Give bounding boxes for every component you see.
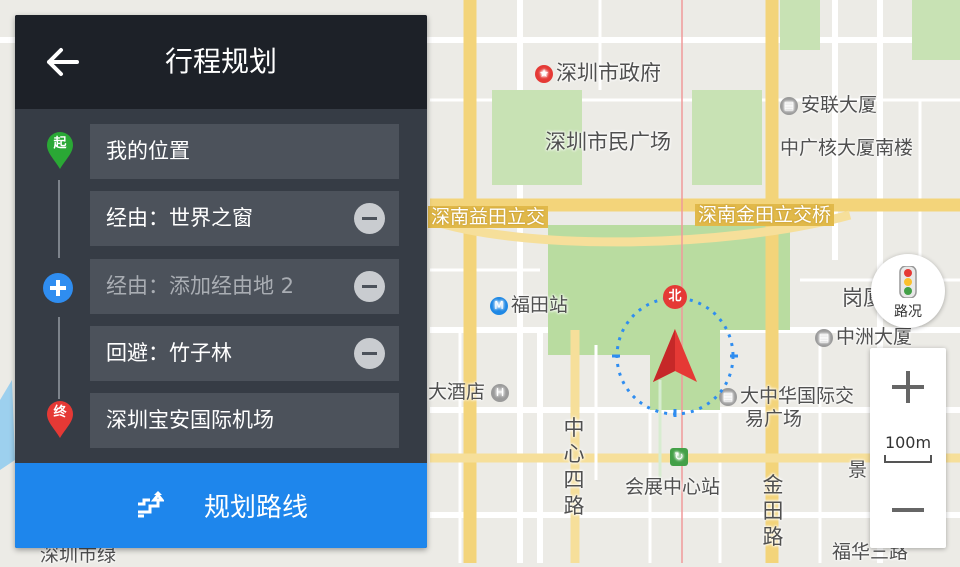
avoid-field[interactable]: 回避：竹子林 [90,326,399,381]
traffic-toggle-button[interactable]: 路况 [871,254,945,328]
waypoint-field-2[interactable]: 经由：添加经由地 2 [90,259,399,314]
road-label-jintian: 深南金田立交桥 [695,204,835,226]
plan-route-button[interactable]: 规划路线 [15,463,427,548]
map-label-exchange[interactable]: ▤ 大中华国际交易广场 [719,385,865,431]
add-waypoint-button[interactable] [43,273,73,303]
road-label-yitian: 深南益田立交 [428,206,549,228]
route-arrows-icon [137,490,164,517]
remove-waypoint-button[interactable] [354,271,385,302]
route-connector-line [58,317,60,399]
map-label-citizen-square[interactable]: 深圳市民广场 [545,126,671,156]
end-marker-icon: 终 [45,400,75,440]
route-connector-line [58,180,60,258]
scale-label: 100m [884,433,932,452]
waypoint-field-1[interactable]: 经由：世界之窗 [90,191,399,246]
remove-avoid-button[interactable] [354,338,385,369]
building-icon: ▤ [815,328,833,347]
building-icon: ▤ [780,96,798,115]
back-button[interactable] [37,37,87,87]
map-label-hotel[interactable]: 大酒店 H [428,377,512,404]
plan-route-label: 规划路线 [203,493,308,523]
map-label-jing[interactable]: 景 [848,455,867,482]
scale-bar [884,455,932,463]
map-label-cgn-south[interactable]: 中广核大厦南楼 [780,133,913,160]
start-location-field[interactable]: 我的位置 [90,124,399,179]
remove-waypoint-button[interactable] [354,203,385,234]
compass-north-label: 北 [668,289,682,304]
map-label-futian-station[interactable]: M 福田站 [490,290,568,317]
start-marker-icon: 起 [45,131,75,171]
arrow-left-icon [47,48,79,76]
hotel-icon: H [491,383,510,402]
zoom-out-button[interactable] [870,470,946,548]
government-star-icon: ★ [535,65,553,83]
map-label-convention-station[interactable]: ↻ 会展中心站 [625,448,720,499]
map-label-shenzhen-gov[interactable]: ★ 深圳市政府 [535,57,661,87]
destination-field[interactable]: 深圳宝安国际机场 [90,393,399,448]
zoom-in-button[interactable] [870,348,946,426]
map-label-zhongxin-road[interactable]: 中心四路 [561,415,587,519]
location-compass[interactable]: 北 [612,283,738,421]
panel-header: 行程规划 [15,15,427,109]
metro-icon: M [490,296,508,315]
route-planning-panel: 行程规划 起 终 我的位置 经由：世界之窗 经由：添加经由地 2 回避：竹子林 [15,15,427,548]
traffic-light-icon [899,266,917,298]
zoom-controls: 100m [870,348,946,548]
traffic-label: 路况 [894,304,922,320]
metro-transfer-icon: ↻ [670,448,688,466]
map-label-anlian[interactable]: ▤ 安联大厦 [780,90,877,117]
map-label-jintian-road[interactable]: 金田路 [760,472,786,550]
